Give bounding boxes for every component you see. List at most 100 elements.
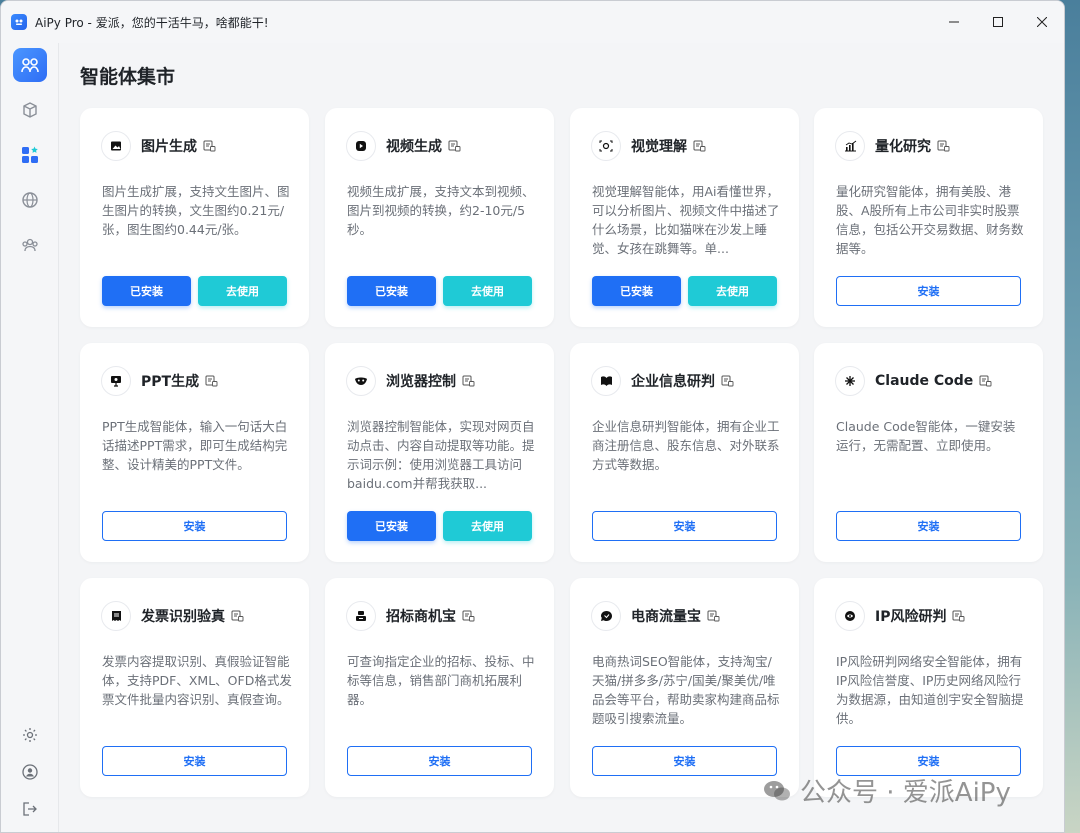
agent-card-description: 视觉理解智能体，用Ai看懂世界，可以分析图片、视频文件中描述了什么场景，比如猫咪… <box>592 184 780 256</box>
sidebar-item-profile[interactable] <box>13 755 47 789</box>
details-icon[interactable] <box>979 375 992 387</box>
agent-card-title: 浏览器控制 <box>386 374 456 390</box>
install-button[interactable]: 安装 <box>836 276 1021 306</box>
close-icon <box>1037 17 1047 27</box>
details-icon[interactable] <box>693 140 706 152</box>
agent-card[interactable]: 发票识别验真发票内容提取识别、真假验证智能体，支持PDF、XML、OFD格式发票… <box>80 578 309 797</box>
watermark: 公众号 · 爱派AiPy <box>762 772 1011 809</box>
logout-icon <box>23 802 37 816</box>
agent-card-title: 图片生成 <box>141 139 197 155</box>
agent-card[interactable]: Claude Code Claude Code智能体，一键安装运行，无需配置、立即… <box>814 343 1043 562</box>
details-icon[interactable] <box>721 375 734 387</box>
installed-button[interactable]: 已安装 <box>347 276 436 306</box>
agent-card-header: 浏览器控制 <box>346 366 475 396</box>
agent-card-header: 图片生成 <box>101 131 216 161</box>
window-title: AiPy Pro - 爱派，您的干活牛马，啥都能干! <box>35 15 269 30</box>
agent-card-actions: 安装 <box>102 511 287 541</box>
agent-card-description: Claude Code智能体，一键安装运行，无需配置、立即使用。 <box>836 419 1016 453</box>
sidebar-item-community[interactable] <box>13 228 47 262</box>
minimize-icon <box>949 21 959 23</box>
details-icon[interactable] <box>462 610 475 622</box>
presentation-icon <box>101 366 131 396</box>
agent-card-actions: 已安装 去使用 <box>347 511 532 541</box>
agent-card-description: 浏览器控制智能体，实现对网页自动点击、内容自动提取等功能。提示词示例：使用浏览器… <box>347 419 535 491</box>
details-icon[interactable] <box>448 140 461 152</box>
details-icon[interactable] <box>205 375 218 387</box>
installed-button[interactable]: 已安装 <box>102 276 191 306</box>
agent-card-title: 电商流量宝 <box>631 609 701 625</box>
app-logo-icon <box>11 14 27 30</box>
sidebar-item-logout[interactable] <box>13 792 47 826</box>
agent-card[interactable]: 招标商机宝可查询指定企业的招标、投标、中标等信息，销售部门商机拓展利器。安装 <box>325 578 554 797</box>
use-button[interactable]: 去使用 <box>443 276 532 306</box>
install-button[interactable]: 安装 <box>102 511 287 541</box>
agent-card-description: IP风险研判网络安全智能体，拥有IP风险信誉度、IP历史网络风险行为数据源，由知… <box>836 654 1024 726</box>
use-button[interactable]: 去使用 <box>688 276 777 306</box>
installed-button[interactable]: 已安装 <box>592 276 681 306</box>
gear-icon <box>23 728 37 742</box>
details-icon[interactable] <box>462 375 475 387</box>
sidebar-item-agent-market[interactable] <box>13 138 47 172</box>
main-content: 智能体集市 图片生成 图片生成扩展，支持文生图片、图生图片的转换，文生图约0.21… <box>59 43 1064 832</box>
cube-icon <box>22 102 37 118</box>
agent-card-header: 视觉理解 <box>591 131 706 161</box>
image-icon <box>101 131 131 161</box>
install-button[interactable]: 安装 <box>836 511 1021 541</box>
install-button[interactable]: 安装 <box>592 746 777 776</box>
agent-card[interactable]: IP风险研判 IP风险研判网络安全智能体，拥有IP风险信誉度、IP历史网络风险行为… <box>814 578 1043 797</box>
sidebar-item-network[interactable] <box>13 183 47 217</box>
agent-card-header: 企业信息研判 <box>591 366 734 396</box>
sidebar <box>1 43 59 832</box>
details-icon[interactable] <box>937 140 950 152</box>
agent-card-actions: 安装 <box>836 276 1021 306</box>
agent-card-actions: 已安装 去使用 <box>102 276 287 306</box>
agent-card[interactable]: 视频生成 视频生成扩展，支持文本到视频、图片到视频的转换，约2-10元/5秒。 已安… <box>325 108 554 327</box>
install-button[interactable]: 安装 <box>347 746 532 776</box>
agent-card[interactable]: 电商流量宝电商热词SEO智能体，支持淘宝/天猫/拼多多/苏宁/国美/聚美优/唯品… <box>570 578 799 797</box>
agent-card-title: 视觉理解 <box>631 139 687 155</box>
shield-icon <box>835 601 865 631</box>
agent-card[interactable]: 量化研究量化研究智能体，拥有美股、港股、A股所有上市公司非实时股票信息，包括公开… <box>814 108 1043 327</box>
agent-card-description: 企业信息研判智能体，拥有企业工商注册信息、股东信息、对外联系方式等数据。 <box>592 419 780 472</box>
agent-card-header: 电商流量宝 <box>591 601 720 631</box>
watermark-text: 公众号 · 爱派AiPy <box>800 778 1011 808</box>
globe-icon <box>21 192 38 208</box>
agent-card[interactable]: 企业信息研判企业信息研判智能体，拥有企业工商注册信息、股东信息、对外联系方式等数… <box>570 343 799 562</box>
use-button[interactable]: 去使用 <box>443 511 532 541</box>
agent-card[interactable]: PPT生成 PPT生成智能体，输入一句话大白话描述PPT需求，即可生成结构完整、设… <box>80 343 309 562</box>
details-icon[interactable] <box>707 610 720 622</box>
agent-card-header: IP风险研判 <box>835 601 965 631</box>
sidebar-item-settings[interactable] <box>13 718 47 752</box>
app-window: AiPy Pro - 爱派，您的干活牛马，啥都能干! 智能体集市 图片生成 图片… <box>0 0 1065 833</box>
agent-card[interactable]: 视觉理解视觉理解智能体，用Ai看懂世界，可以分析图片、视频文件中描述了什么场景，… <box>570 108 799 327</box>
agent-card-title: 招标商机宝 <box>386 609 456 625</box>
agent-card-description: 可查询指定企业的招标、投标、中标等信息，销售部门商机拓展利器。 <box>347 654 535 707</box>
agent-card-title: 量化研究 <box>875 139 931 155</box>
agent-card-header: 量化研究 <box>835 131 950 161</box>
page-title: 智能体集市 <box>80 66 176 88</box>
installed-button[interactable]: 已安装 <box>347 511 436 541</box>
agent-card-actions: 安装 <box>592 511 777 541</box>
minimize-button[interactable] <box>932 1 976 43</box>
use-button[interactable]: 去使用 <box>198 276 287 306</box>
agent-card[interactable]: 图片生成 图片生成扩展，支持文生图片、图生图片的转换，文生图约0.21元/张，图生… <box>80 108 309 327</box>
sidebar-logo[interactable] <box>12 48 47 82</box>
maximize-button[interactable] <box>976 1 1020 43</box>
agent-card-title: 视频生成 <box>386 139 442 155</box>
install-button[interactable]: 安装 <box>102 746 287 776</box>
agent-card-header: 发票识别验真 <box>101 601 244 631</box>
details-icon[interactable] <box>203 140 216 152</box>
ecommerce-icon <box>591 601 621 631</box>
details-icon[interactable] <box>231 610 244 622</box>
install-button[interactable]: 安装 <box>592 511 777 541</box>
close-button[interactable] <box>1020 1 1064 43</box>
agent-card-description: 发票内容提取识别、真假验证智能体，支持PDF、XML、OFD格式发票文件批量内容… <box>102 654 292 707</box>
details-icon[interactable] <box>952 610 965 622</box>
agent-card-actions: 安装 <box>592 746 777 776</box>
agent-card-description: 量化研究智能体，拥有美股、港股、A股所有上市公司非实时股票信息，包括公开交易数据… <box>836 184 1024 256</box>
sidebar-item-workspace[interactable] <box>13 93 47 127</box>
agent-card-header: 招标商机宝 <box>346 601 475 631</box>
agent-card-description: 电商热词SEO智能体，支持淘宝/天猫/拼多多/苏宁/国美/聚美优/唯品会等平台，… <box>592 654 780 726</box>
agent-card[interactable]: 浏览器控制浏览器控制智能体，实现对网页自动点击、内容自动提取等功能。提示词示例：… <box>325 343 554 562</box>
agent-card-actions: 安装 <box>102 746 287 776</box>
